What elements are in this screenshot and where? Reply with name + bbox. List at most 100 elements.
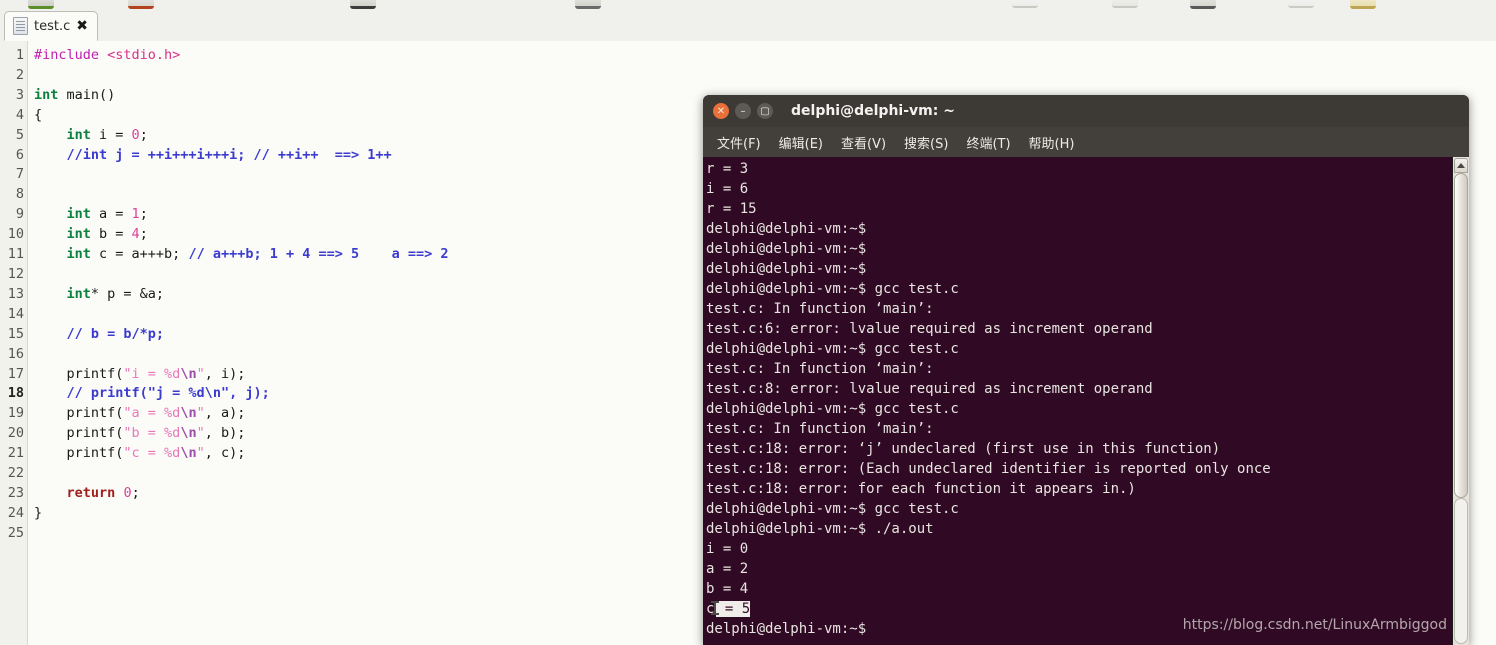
terminal-menu-item-6[interactable]: 帮助(H) (1029, 133, 1075, 152)
code-token: return (66, 484, 116, 501)
scroll-up-arrow-icon[interactable] (1454, 158, 1468, 173)
terminal-window[interactable]: ✕ – ▢ delphi@delphi-vm: ~ 文件(F) 编辑(E) 查看(V… (703, 95, 1469, 645)
terminal-line: test.c: In function ‘main’: (706, 359, 1452, 379)
line-number: 2 (15, 66, 24, 83)
line-number: 9 (15, 206, 24, 223)
toolbar-icon-cut[interactable] (1190, 0, 1216, 9)
code-token: // b = b/*p; (66, 325, 165, 342)
window-minimize-button[interactable]: – (735, 103, 751, 119)
code-token: \n (180, 425, 197, 442)
window-maximize-button[interactable]: ▢ (757, 103, 773, 119)
terminal-line-text: r = 3 (706, 161, 749, 177)
line-number: 25 (7, 524, 24, 541)
terminal-menu-item-3[interactable]: 查看(V) (841, 133, 886, 152)
code-token: int (66, 226, 91, 243)
code-token: \n (180, 365, 197, 382)
line-number: 10 (7, 226, 24, 243)
toolbar-icon-open[interactable] (128, 0, 154, 9)
line-number: 3 (15, 86, 24, 103)
code-token: // printf("j = %d\n", j); (66, 385, 270, 402)
terminal-line-text: test.c:6: error: lvalue required as incr… (706, 321, 1153, 337)
line-number: 6 (15, 146, 24, 163)
code-token: 0 (131, 126, 140, 143)
terminal-line: delphi@delphi-vm:~$ (706, 219, 1452, 239)
terminal-line: b = 4 (706, 579, 1452, 599)
code-token: c = a+++b; (90, 246, 189, 263)
line-number: 13 (7, 285, 24, 302)
code-line[interactable] (34, 66, 1496, 86)
terminal-line-text: delphi@delphi-vm:~$ gcc test.c (706, 501, 959, 517)
toolbar-icon-copy[interactable] (1288, 0, 1314, 8)
line-number: 5 (15, 126, 24, 143)
terminal-line: delphi@delphi-vm:~$ (706, 259, 1452, 279)
terminal-line-text: i = 0 (706, 541, 749, 557)
terminal-scrollbar[interactable] (1452, 157, 1469, 645)
terminal-line: delphi@delphi-vm:~$ (706, 239, 1452, 259)
terminal-line-text: delphi@delphi-vm:~$ (706, 261, 867, 277)
terminal-body[interactable]: r = 3 i = 6 r = 15 delphi@delphi-vm:~$ delph… (703, 157, 1469, 645)
terminal-line: r = 15 (706, 199, 1452, 219)
terminal-selected-text: = 5 (716, 601, 751, 617)
terminal-line: test.c: In function ‘main’: (706, 419, 1452, 439)
toolbar-icon-undo[interactable] (1012, 0, 1038, 8)
code-token: i = (90, 126, 132, 143)
line-number: 12 (7, 265, 24, 282)
toolbar-icon-new[interactable] (28, 0, 54, 9)
window-close-button[interactable]: ✕ (713, 103, 729, 119)
terminal-menu-item-5[interactable]: 终端(T) (966, 133, 1010, 152)
terminal-line-text: test.c: In function ‘main’: (706, 301, 934, 317)
terminal-line-text: delphi@delphi-vm:~$ gcc test.c (706, 341, 959, 357)
code-token: \n (180, 405, 197, 422)
terminal-line-text: test.c:8: error: lvalue required as incr… (706, 381, 1153, 397)
terminal-menu-item-2[interactable]: 编辑(E) (779, 133, 823, 152)
terminal-line: delphi@delphi-vm:~$ ./a.out (706, 519, 1452, 539)
toolbar-icon-print[interactable] (575, 0, 601, 9)
terminal-menubar[interactable]: 文件(F) 编辑(E) 查看(V) 搜索(S) 终端(T) 帮助(H) (703, 127, 1469, 158)
line-number: 18 (7, 385, 24, 402)
toolbar-icon-redo[interactable] (1112, 0, 1138, 8)
code-token: int (34, 86, 59, 103)
terminal-line: a = 2 (706, 559, 1452, 579)
terminal-menu-item-4[interactable]: 搜索(S) (904, 133, 948, 152)
code-token: " (196, 365, 205, 382)
text-cursor-icon (711, 601, 720, 615)
terminal-menu-item-1[interactable]: 文件(F) (717, 133, 761, 152)
terminal-line-text: delphi@delphi-vm:~$ (706, 221, 867, 237)
code-token: int (66, 246, 91, 263)
code-token: printf( (34, 405, 124, 422)
tab-label: test.c (34, 18, 71, 34)
close-icon[interactable]: ✖ (76, 19, 88, 33)
code-token: "a = %d (123, 405, 181, 422)
terminal-line: delphi@delphi-vm:~$ (706, 619, 1452, 639)
code-token: * p = &a; (90, 285, 165, 302)
scrollbar-thumb[interactable] (1454, 173, 1468, 498)
code-token: ; (139, 226, 148, 243)
toolbar-icon-paste[interactable] (1350, 0, 1376, 9)
code-token: { (34, 106, 43, 123)
terminal-titlebar[interactable]: ✕ – ▢ delphi@delphi-vm: ~ (703, 95, 1469, 127)
terminal-line-text: delphi@delphi-vm:~$ (706, 621, 867, 637)
code-token: #include (34, 47, 108, 63)
terminal-screen[interactable]: r = 3 i = 6 r = 15 delphi@delphi-vm:~$ delph… (703, 157, 1452, 645)
line-number: 21 (7, 445, 24, 462)
scrollbar-track[interactable] (1454, 498, 1468, 644)
line-number: 22 (7, 465, 24, 482)
line-number: 8 (15, 186, 24, 203)
terminal-line: delphi@delphi-vm:~$ gcc test.c (706, 279, 1452, 299)
code-token: , b); (204, 425, 246, 442)
toolbar-icon-save[interactable] (350, 0, 376, 9)
code-line[interactable]: #include <stdio.h> (34, 46, 1496, 66)
terminal-line: test.c:18: error: (Each undeclared ident… (706, 459, 1452, 479)
code-token: ; (139, 126, 148, 143)
code-token: " (196, 425, 205, 442)
code-token: printf( (34, 425, 124, 442)
terminal-line: delphi@delphi-vm:~$ gcc test.c (706, 399, 1452, 419)
tab-test-c[interactable]: test.c ✖ (4, 11, 98, 41)
code-token: a = (90, 206, 132, 223)
